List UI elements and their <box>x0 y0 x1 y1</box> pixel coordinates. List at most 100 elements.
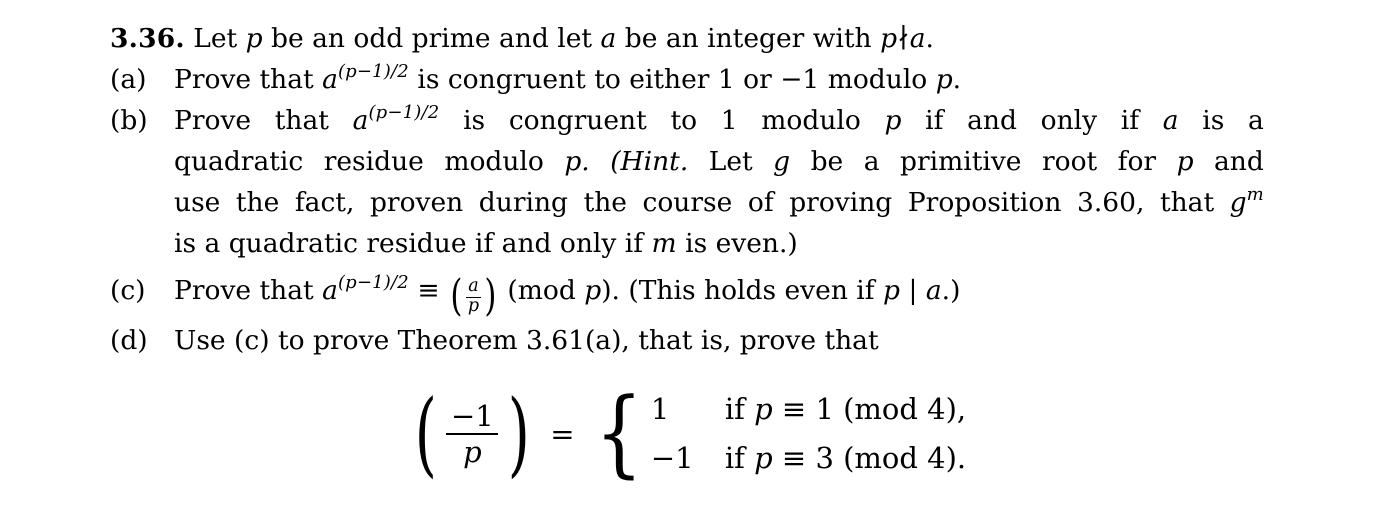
item-a-body: Prove that a(p−1)/2 is congruent to eith… <box>174 59 1264 100</box>
item-a-var-p: p <box>935 64 953 95</box>
b3-proposition-ref: Proposition <box>907 187 1062 218</box>
b1-w16: a <box>1247 105 1264 136</box>
b3-w0: use <box>174 187 221 218</box>
b3-w11: that <box>1159 187 1215 218</box>
b3-w5: the <box>583 187 627 218</box>
item-c-tag: (c) <box>110 275 146 306</box>
case-2-value: −1 <box>650 440 694 475</box>
item-c-body: Prove that a(p−1)/2 ≡ (a p) (mod p). (Thi… <box>174 270 1264 322</box>
b1-exponent: (p−1)/2 <box>368 101 440 123</box>
item-a-power: a(p−1)/2 <box>322 62 409 95</box>
b3-w4: during <box>478 187 569 218</box>
b1-power: a(p−1)/2 <box>353 100 440 141</box>
b2-w8: a <box>863 146 880 177</box>
b2-w11: for <box>1117 146 1157 177</box>
item-b-line-3: use the fact, proven during the course o… <box>174 182 1264 223</box>
legendre-inline-numerator: a <box>468 276 479 297</box>
b1-w11: and <box>967 105 1017 136</box>
b3-w7: of <box>747 187 774 218</box>
b1-base: a <box>352 105 369 136</box>
b1-w10: if <box>925 105 944 136</box>
item-c-text-3: .) <box>941 275 961 306</box>
b2-hint-label: (Hint. <box>610 146 689 177</box>
item-d-tag: (d) <box>110 324 148 356</box>
b2-w2: modulo <box>444 146 544 177</box>
b2-w0: quadratic <box>174 146 304 177</box>
intro-text-before-p: Let <box>193 23 238 54</box>
case-1-var: p <box>754 391 773 426</box>
b2-w7: be <box>810 146 844 177</box>
legendre-inline-paren-right: ) <box>484 271 497 322</box>
item-a-modulus: p. <box>936 64 961 95</box>
b2-var-g: g <box>773 146 791 177</box>
exercise-item-b: (b) Prove that a(p−1)/2 is congruent to … <box>110 100 1264 264</box>
item-a-base: a <box>322 64 338 95</box>
intro-period: . <box>925 23 934 54</box>
exercise-item-c: (c) Prove that a(p−1)/2 ≡ (a p) (mod p). … <box>110 270 1264 322</box>
case-rows: 1 if p ≡ 1 (mod 4), −1 if p ≡ 3 (mod 4). <box>651 385 966 483</box>
b3-power-g: gm <box>1230 182 1264 223</box>
item-b-line-4: is a quadratic residue if and only if m … <box>174 223 1264 264</box>
exercise-item-d: (d) Use (c) to prove Theorem 3.61(a), th… <box>110 320 1264 361</box>
b3-w8: proving <box>789 187 893 218</box>
case-2-if: if <box>724 440 745 475</box>
b2-w1: residue <box>323 146 424 177</box>
cases-block: { 1 if p ≡ 1 (mod 4), −1 if p ≡ 3 (mod 4… <box>589 385 966 483</box>
case-1-modulus: (mod 4), <box>843 391 967 426</box>
intro-condition: p∤a. <box>880 23 934 54</box>
item-c-text-1: Prove that <box>174 275 314 306</box>
item-d-body: Use (c) to prove Theorem 3.61(a), that i… <box>174 324 879 356</box>
item-a-text-1: Prove that <box>174 64 314 95</box>
exercise-item-a: (a) Prove that a(p−1)/2 is congruent to … <box>110 59 1264 100</box>
legendre-inline-denominator: p <box>467 296 480 317</box>
item-b-body: Prove that a(p−1)/2 is congruent to 1 mo… <box>174 100 1264 264</box>
case-1-value: 1 <box>650 391 670 426</box>
display-equation: (−1 p) = { 1 if p ≡ 1 (mod 4), −1 if p ≡… <box>110 385 1264 483</box>
case-2-val: 3 <box>815 440 834 475</box>
b1-w8: modulo <box>761 105 861 136</box>
case-1-condition: if p ≡ 1 (mod 4), <box>725 385 966 434</box>
legendre-display-paren-right: ) <box>508 380 531 488</box>
b2-var-p2: p <box>1176 146 1194 177</box>
legendre-inline-paren-left: ( <box>450 271 463 322</box>
b2-w5: Let <box>708 146 753 177</box>
b1-w7: 1 <box>720 105 738 136</box>
legendre-symbol-inline: (a p) <box>448 271 499 322</box>
case-2-condition: if p ≡ 3 (mod 4). <box>725 434 966 483</box>
b1-w12: only <box>1040 105 1098 136</box>
b3-base-g: g <box>1229 187 1247 218</box>
intro-var-p: p <box>245 23 263 54</box>
legendre-display-numerator: −1 <box>450 398 494 433</box>
item-a-tag: (a) <box>110 64 147 95</box>
b2-w10: root <box>1041 146 1098 177</box>
b2-var-p: p. <box>564 146 590 177</box>
item-c-modulus: (mod p). <box>507 275 620 306</box>
b1-var-a: a <box>1162 105 1179 136</box>
legendre-display-paren-left: ( <box>414 380 437 488</box>
item-c-exponent: (p−1)/2 <box>337 271 409 293</box>
legendre-display-denominator: p <box>463 434 482 469</box>
item-c-power: a(p−1)/2 <box>322 271 409 306</box>
b3-w3: proven <box>369 187 464 218</box>
b1-w1: that <box>274 105 329 136</box>
legendre-display-fraction: −1 p <box>443 398 501 469</box>
b1-w15: is <box>1202 105 1225 136</box>
b1-w13: if <box>1120 105 1140 136</box>
divides-icon: | <box>908 275 918 306</box>
legendre-symbol-display: (−1 p) <box>408 380 537 488</box>
b1-w6: to <box>670 105 698 136</box>
item-b-line-1: Prove that a(p−1)/2 is congruent to 1 mo… <box>174 100 1264 141</box>
b1-var-p: p <box>884 105 902 136</box>
b4-text-1: is a quadratic residue if and only if <box>174 228 644 259</box>
case-row-2: −1 if p ≡ 3 (mod 4). <box>651 434 966 483</box>
b1-w5: congruent <box>508 105 647 136</box>
condition-var-p: p <box>880 23 898 54</box>
case-row-1: 1 if p ≡ 1 (mod 4), <box>651 385 966 434</box>
item-a-period: . <box>952 64 962 95</box>
item-c-divides-a: a <box>925 275 942 306</box>
b4-text-2: is even.) <box>685 228 798 259</box>
b4-var-m: m <box>651 228 677 259</box>
exercise-number: 3.36. <box>110 23 185 54</box>
exercise-page: 3.36. Let p be an odd prime and let a be… <box>0 0 1374 511</box>
b2-w9: primitive <box>899 146 1022 177</box>
